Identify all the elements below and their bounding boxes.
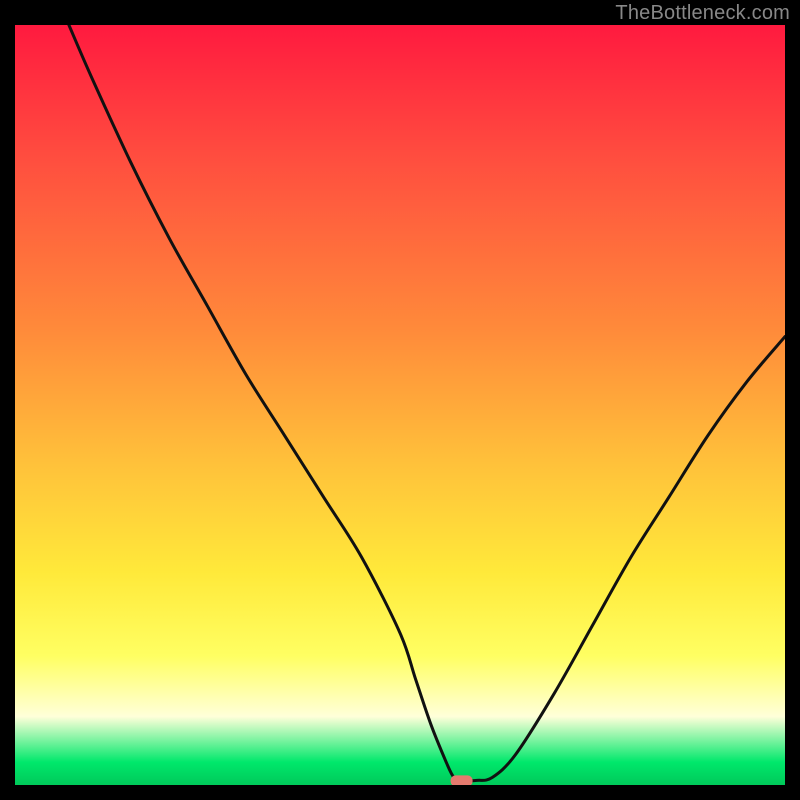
optimum-marker xyxy=(451,775,473,785)
gradient-background xyxy=(15,25,785,785)
watermark-label: TheBottleneck.com xyxy=(615,2,790,25)
bottleneck-chart xyxy=(15,25,785,785)
plot-area xyxy=(15,25,785,785)
chart-stage: TheBottleneck.com xyxy=(0,0,800,800)
